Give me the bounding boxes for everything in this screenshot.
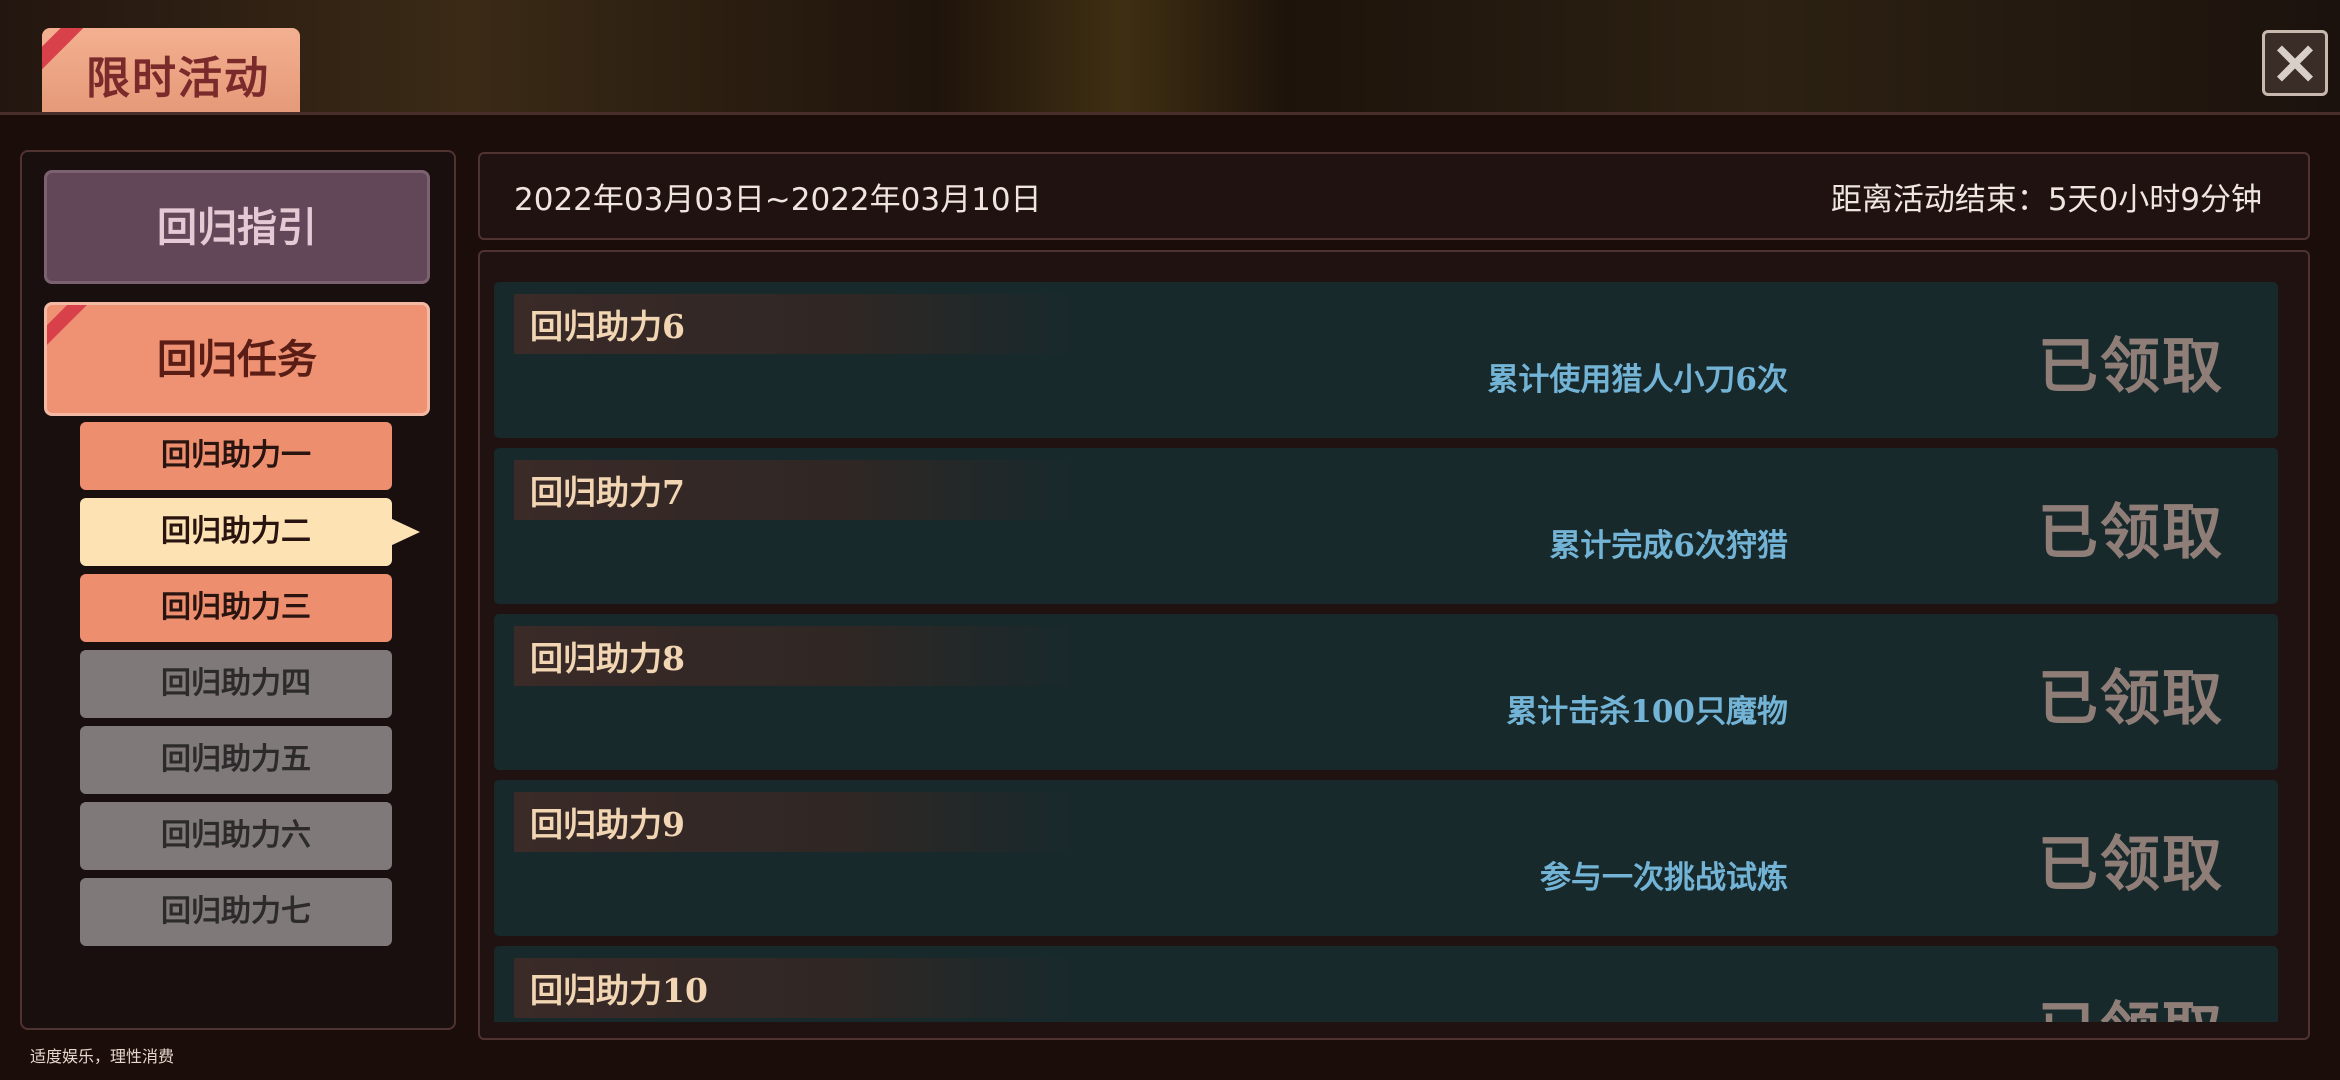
sidebar-item-return-task[interactable]: 回归任务 [44,302,430,416]
countdown-text: 距离活动结束：5天0小时9分钟 [1830,182,2262,218]
task-card: 回归助力9 参与一次挑战试炼 已领取 [494,780,2278,936]
top-bar: 限时活动 [0,0,2340,115]
task-name-bar: 回归助力9 [514,792,1074,852]
sidebar-item-return-guide[interactable]: 回归指引 [44,170,430,284]
sub-item-2[interactable]: 回归助力二 [80,498,420,566]
sub-item-1[interactable]: 回归助力一 [80,422,392,490]
task-description: 累计完成6次狩猎 [1549,528,1788,564]
task-description: 参与一次挑战试炼 [1540,860,1788,896]
task-name: 回归助力6 [530,307,685,346]
claimed-status: 已领取 [2038,332,2224,402]
close-button[interactable] [2262,30,2328,96]
sub-item-3[interactable]: 回归助力三 [80,574,392,642]
window-title-tab: 限时活动 [42,28,300,112]
sub-item-6[interactable]: 回归助力六 [80,802,392,870]
selected-arrow-icon [390,518,420,546]
task-name: 回归助力7 [530,473,685,512]
corner-ribbon-icon [47,305,92,354]
claimed-status: 已领取 [2038,498,2224,568]
corner-ribbon-icon [42,28,90,78]
sidebar-item-label: 回归任务 [157,336,317,383]
task-card: 回归助力7 累计完成6次狩猎 已领取 [494,448,2278,604]
sub-item-label: 回归助力二 [161,514,311,549]
task-name-bar: 回归助力8 [514,626,1074,686]
claimed-status: 已领取 [2038,664,2224,734]
task-description: 累计击杀100只魔物 [1506,694,1788,730]
claimed-status: 已领取 [2038,982,2224,1022]
window-title: 限时活动 [86,53,270,104]
task-list[interactable]: 回归助力6 累计使用猎人小刀6次 已领取 回归助力7 累计完成6次狩猎 已领取 … [494,282,2278,1022]
task-list-panel: 回归助力6 累计使用猎人小刀6次 已领取 回归助力7 累计完成6次狩猎 已领取 … [478,250,2310,1040]
date-range: 2022年03月03日~2022年03月10日 [514,182,1042,218]
activity-header: 2022年03月03日~2022年03月10日 距离活动结束：5天0小时9分钟 [478,152,2310,240]
task-card: 回归助力8 累计击杀100只魔物 已领取 [494,614,2278,770]
task-card: 回归助力10 已领取 [494,946,2278,1022]
task-description: 累计使用猎人小刀6次 [1487,362,1788,398]
task-name-bar: 回归助力7 [514,460,1074,520]
task-name-bar: 回归助力10 [514,958,1074,1018]
task-name: 回归助力9 [530,805,685,844]
sub-item-5[interactable]: 回归助力五 [80,726,392,794]
sub-item-7[interactable]: 回归助力七 [80,878,392,946]
task-name: 回归助力10 [530,971,708,1010]
health-notice: 适度娱乐，理性消费 [30,1047,175,1066]
task-name-bar: 回归助力6 [514,294,1074,354]
claimed-status: 已领取 [2038,830,2224,900]
task-card: 回归助力6 累计使用猎人小刀6次 已领取 [494,282,2278,438]
sidebar: 回归指引 回归任务 回归助力一 回归助力二 回归助力三 回归助力四 回归助力五 … [20,150,456,1030]
sub-item-4[interactable]: 回归助力四 [80,650,392,718]
task-name: 回归助力8 [530,639,685,678]
